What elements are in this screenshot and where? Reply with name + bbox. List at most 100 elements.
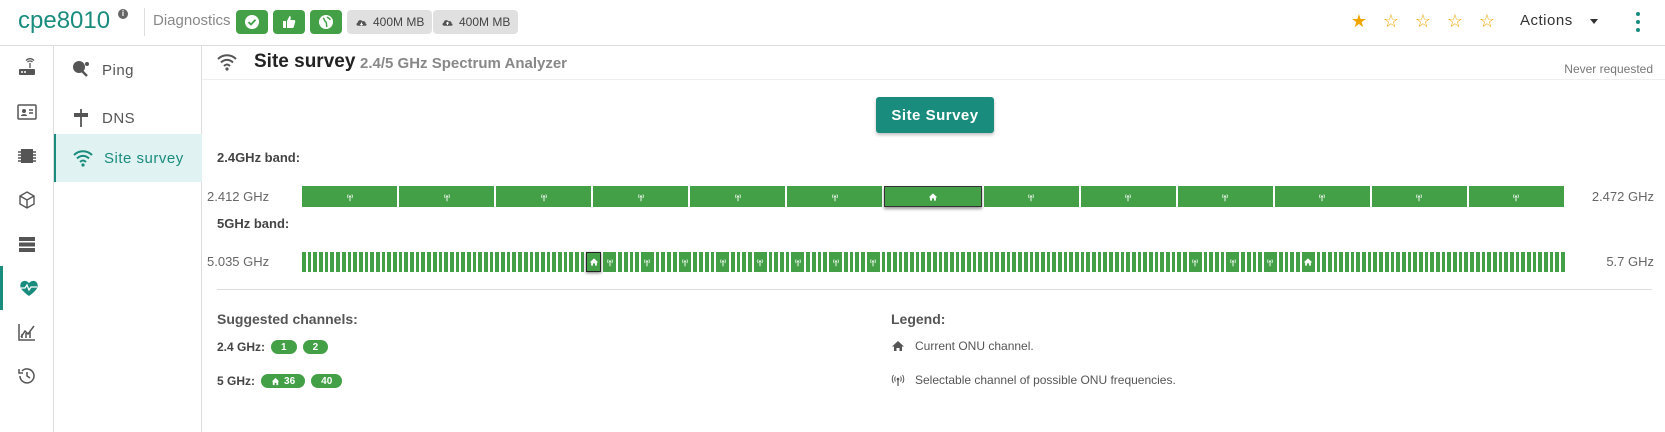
channel-segment[interactable] (1379, 252, 1383, 272)
channel-segment[interactable] (710, 252, 715, 272)
channel-pill[interactable]: 1 (271, 340, 297, 354)
channel-segment[interactable] (1327, 252, 1332, 272)
channel-segment[interactable] (569, 252, 573, 272)
channel-segment[interactable] (898, 252, 903, 272)
channel-segment[interactable] (1069, 252, 1074, 272)
star-empty-icon[interactable]: ☆ (1382, 11, 1400, 31)
channel-segment[interactable] (324, 252, 329, 272)
channel-segment[interactable] (1371, 186, 1467, 207)
channel-segment[interactable] (812, 252, 816, 272)
channel-segment[interactable] (1063, 252, 1068, 272)
channel-segment[interactable] (661, 252, 666, 272)
channel-segment[interactable] (1532, 252, 1537, 272)
channel-segment-selectable[interactable] (603, 252, 617, 272)
channel-segment[interactable] (523, 252, 528, 272)
channel-segment[interactable] (1384, 252, 1389, 272)
channel-segment-home[interactable] (1301, 252, 1315, 272)
channel-segment[interactable] (768, 252, 773, 272)
channel-segment[interactable] (1092, 252, 1096, 272)
channel-segment[interactable] (529, 252, 534, 272)
channel-segment[interactable] (393, 252, 397, 272)
channel-segment[interactable] (1316, 252, 1321, 272)
rail-hardware[interactable] (0, 134, 54, 178)
channel-segment[interactable] (1401, 252, 1406, 272)
channel-segment[interactable] (961, 252, 965, 272)
channel-segment[interactable] (466, 252, 471, 272)
channel-segment[interactable] (1290, 252, 1294, 272)
channel-segment[interactable] (1075, 252, 1079, 272)
channel-segment[interactable] (353, 252, 357, 272)
channel-segment[interactable] (1345, 252, 1349, 272)
info-icon[interactable]: i (118, 9, 128, 19)
channel-segment[interactable] (1126, 252, 1130, 272)
channel-segment[interactable] (629, 252, 634, 272)
channel-segment[interactable] (557, 252, 562, 272)
channel-segment[interactable] (1396, 252, 1400, 272)
channel-segment[interactable] (1481, 252, 1486, 272)
channel-segment[interactable] (1504, 252, 1508, 272)
channel-segment[interactable] (1246, 252, 1251, 272)
channel-segment[interactable] (1521, 252, 1526, 272)
channel-segment[interactable] (449, 252, 454, 272)
channel-segment[interactable] (1436, 252, 1440, 272)
channel-segment[interactable] (1296, 252, 1300, 272)
channel-segment[interactable] (432, 252, 437, 272)
channel-segment[interactable] (1203, 252, 1208, 272)
channel-segment[interactable] (1114, 252, 1119, 272)
subnav-item-site-survey[interactable]: Site survey (54, 134, 202, 182)
channel-segment[interactable] (667, 252, 671, 272)
channel-segment[interactable] (1549, 252, 1554, 272)
channel-segment[interactable] (518, 252, 522, 272)
channel-segment[interactable] (1362, 252, 1366, 272)
channel-segment[interactable] (415, 252, 420, 272)
channel-segment[interactable] (1057, 252, 1062, 272)
channel-segment[interactable] (1215, 252, 1219, 272)
channel-segment-selectable[interactable] (1226, 252, 1240, 272)
channel-segment[interactable] (881, 252, 886, 272)
channel-segment[interactable] (501, 252, 505, 272)
channel-segment[interactable] (904, 252, 909, 272)
channel-segment[interactable] (1241, 252, 1245, 272)
channel-segment[interactable] (1561, 252, 1565, 272)
channel-segment[interactable] (817, 252, 822, 272)
channel-segment[interactable] (1350, 252, 1355, 272)
channel-segment[interactable] (1498, 252, 1503, 272)
thumbs-up-button[interactable] (273, 10, 305, 34)
channel-segment[interactable] (893, 252, 897, 272)
channel-segment[interactable] (944, 252, 948, 272)
channel-segment[interactable] (1035, 252, 1039, 272)
channel-segment[interactable] (307, 252, 312, 272)
channel-segment[interactable] (341, 252, 346, 272)
channel-segment[interactable] (410, 252, 414, 272)
caret-down-icon[interactable] (1590, 19, 1598, 24)
status-ok-button[interactable] (236, 10, 268, 34)
channel-segment[interactable] (1029, 252, 1034, 272)
channel-segment[interactable] (1131, 252, 1136, 272)
channel-segment[interactable] (302, 186, 398, 207)
channel-segment[interactable] (398, 252, 403, 272)
channel-segment[interactable] (618, 252, 622, 272)
channel-segment[interactable] (336, 252, 340, 272)
star-empty-icon[interactable]: ☆ (1414, 11, 1432, 31)
channel-segment[interactable] (693, 252, 698, 272)
channel-segment[interactable] (1109, 252, 1113, 272)
channel-segment[interactable] (1046, 252, 1051, 272)
channel-segment-selectable[interactable] (753, 252, 767, 272)
channel-segment[interactable] (1052, 252, 1056, 272)
channel-segment[interactable] (1143, 252, 1147, 272)
channel-segment[interactable] (780, 252, 784, 272)
channel-segment[interactable] (742, 252, 747, 272)
channel-segment-selectable[interactable] (678, 252, 692, 272)
channel-segment[interactable] (855, 252, 860, 272)
channel-segment[interactable] (972, 252, 977, 272)
channel-segment[interactable] (806, 252, 811, 272)
channel-segment[interactable] (1080, 186, 1176, 207)
channel-segment[interactable] (887, 252, 892, 272)
channel-segment[interactable] (1001, 252, 1005, 272)
channel-segment[interactable] (381, 252, 386, 272)
channel-segment[interactable] (495, 252, 500, 272)
channel-segment[interactable] (927, 252, 931, 272)
site-survey-button[interactable]: Site Survey (876, 97, 994, 133)
channel-segment[interactable] (1418, 252, 1423, 272)
channel-segment[interactable] (921, 252, 926, 272)
